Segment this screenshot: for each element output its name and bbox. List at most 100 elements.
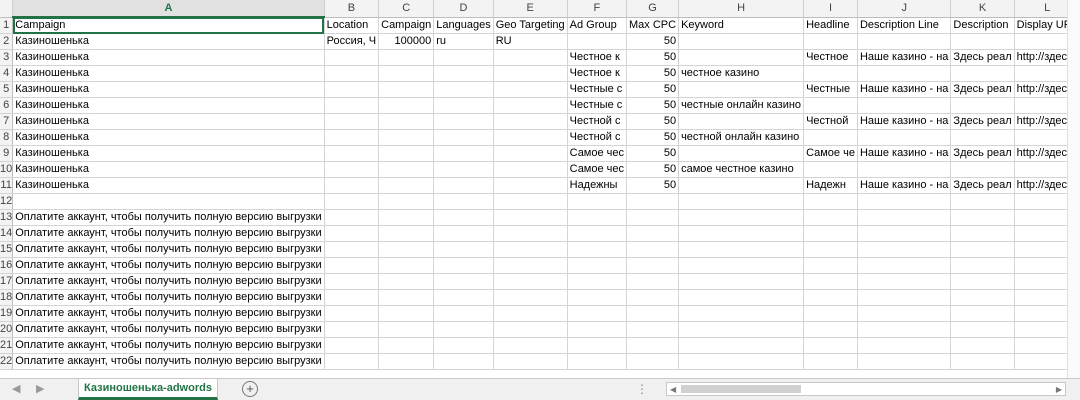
cell-a8[interactable]: Казиношенька <box>12 129 325 146</box>
cell-a1[interactable]: Campaign <box>12 17 325 34</box>
cell-h7[interactable] <box>678 113 805 130</box>
column-header-k[interactable]: K <box>950 0 1015 18</box>
cell-h4[interactable]: честное казино <box>678 65 805 82</box>
cell-g7[interactable]: 50 <box>626 113 680 130</box>
cell-b13[interactable] <box>324 209 380 226</box>
cell-e13[interactable] <box>493 209 568 226</box>
cell-b5[interactable] <box>324 81 380 98</box>
cell-h3[interactable] <box>678 49 805 66</box>
cell-i3[interactable]: Честное <box>803 49 858 66</box>
cell-g9[interactable]: 50 <box>626 145 680 162</box>
cell-i8[interactable] <box>803 129 858 146</box>
cell-a16[interactable]: Оплатите аккаунт, чтобы получить полную … <box>12 257 325 274</box>
cell-j14[interactable] <box>857 225 952 242</box>
cell-c5[interactable] <box>378 81 435 98</box>
cell-g20[interactable] <box>626 321 680 338</box>
cell-e2[interactable]: RU <box>493 33 568 50</box>
cell-k9[interactable]: Здесь реал <box>950 145 1015 162</box>
cell-e3[interactable] <box>493 49 568 66</box>
cell-d16[interactable] <box>433 257 494 274</box>
cell-k18[interactable] <box>950 289 1015 306</box>
cell-g10[interactable]: 50 <box>626 161 680 178</box>
cell-e5[interactable] <box>493 81 568 98</box>
cell-f19[interactable] <box>567 305 628 322</box>
cell-d1[interactable]: Languages <box>433 17 494 34</box>
cell-k22[interactable] <box>950 353 1015 370</box>
row-header[interactable]: 17 <box>0 273 14 290</box>
row-header[interactable]: 20 <box>0 321 14 338</box>
cell-c7[interactable] <box>378 113 435 130</box>
cell-j18[interactable] <box>857 289 952 306</box>
column-header-f[interactable]: F <box>567 0 628 18</box>
cell-j20[interactable] <box>857 321 952 338</box>
row-header[interactable]: 6 <box>0 97 14 114</box>
column-header-a[interactable]: A <box>12 0 325 18</box>
cell-h9[interactable] <box>678 145 805 162</box>
cell-f2[interactable] <box>567 33 628 50</box>
scroll-right-icon[interactable]: ▶ <box>1056 383 1062 396</box>
cell-f9[interactable]: Самое чес <box>567 145 628 162</box>
cell-j1[interactable]: Description Line <box>857 17 952 34</box>
cell-e11[interactable] <box>493 177 568 194</box>
cell-b9[interactable] <box>324 145 380 162</box>
cell-j9[interactable]: Наше казино - на <box>857 145 952 162</box>
cell-h12[interactable] <box>678 193 805 210</box>
cell-k14[interactable] <box>950 225 1015 242</box>
cell-h16[interactable] <box>678 257 805 274</box>
cell-a13[interactable]: Оплатите аккаунт, чтобы получить полную … <box>12 209 325 226</box>
horizontal-scrollbar[interactable]: ◀ ▶ <box>666 382 1066 396</box>
cell-f16[interactable] <box>567 257 628 274</box>
cell-j5[interactable]: Наше казино - на <box>857 81 952 98</box>
cell-a7[interactable]: Казиношенька <box>12 113 325 130</box>
cell-d6[interactable] <box>433 97 494 114</box>
cell-d10[interactable] <box>433 161 494 178</box>
cell-c6[interactable] <box>378 97 435 114</box>
cell-i10[interactable] <box>803 161 858 178</box>
row-header[interactable]: 8 <box>0 129 14 146</box>
cell-g2[interactable]: 50 <box>626 33 680 50</box>
cell-e21[interactable] <box>493 337 568 354</box>
cell-b20[interactable] <box>324 321 380 338</box>
cell-d17[interactable] <box>433 273 494 290</box>
cell-g16[interactable] <box>626 257 680 274</box>
cell-i1[interactable]: Headline <box>803 17 858 34</box>
cell-d20[interactable] <box>433 321 494 338</box>
cell-f1[interactable]: Ad Group <box>567 17 628 34</box>
row-header[interactable]: 15 <box>0 241 14 258</box>
cell-a19[interactable]: Оплатите аккаунт, чтобы получить полную … <box>12 305 325 322</box>
select-all-corner[interactable] <box>0 0 14 18</box>
cell-f10[interactable]: Самое чес <box>567 161 628 178</box>
cell-i7[interactable]: Честной <box>803 113 858 130</box>
cell-j8[interactable] <box>857 129 952 146</box>
column-header-e[interactable]: E <box>493 0 568 18</box>
cell-d19[interactable] <box>433 305 494 322</box>
cell-b10[interactable] <box>324 161 380 178</box>
cell-d13[interactable] <box>433 209 494 226</box>
cell-g19[interactable] <box>626 305 680 322</box>
cell-e17[interactable] <box>493 273 568 290</box>
scroll-thumb[interactable] <box>681 385 801 393</box>
cell-c21[interactable] <box>378 337 435 354</box>
scroll-left-icon[interactable]: ◀ <box>670 383 676 396</box>
cell-i4[interactable] <box>803 65 858 82</box>
cell-g5[interactable]: 50 <box>626 81 680 98</box>
cell-c12[interactable] <box>378 193 435 210</box>
cell-h21[interactable] <box>678 337 805 354</box>
cell-k15[interactable] <box>950 241 1015 258</box>
cell-h18[interactable] <box>678 289 805 306</box>
cell-a21[interactable]: Оплатите аккаунт, чтобы получить полную … <box>12 337 325 354</box>
row-header[interactable]: 22 <box>0 353 14 370</box>
cell-d18[interactable] <box>433 289 494 306</box>
cell-h6[interactable]: честные онлайн казино <box>678 97 805 114</box>
cell-j12[interactable] <box>857 193 952 210</box>
cell-c22[interactable] <box>378 353 435 370</box>
cell-g6[interactable]: 50 <box>626 97 680 114</box>
cell-h5[interactable] <box>678 81 805 98</box>
cell-i14[interactable] <box>803 225 858 242</box>
cell-c11[interactable] <box>378 177 435 194</box>
cell-j7[interactable]: Наше казино - на <box>857 113 952 130</box>
cell-e9[interactable] <box>493 145 568 162</box>
cell-h1[interactable]: Keyword <box>678 17 805 34</box>
cell-h15[interactable] <box>678 241 805 258</box>
cell-a20[interactable]: Оплатите аккаунт, чтобы получить полную … <box>12 321 325 338</box>
